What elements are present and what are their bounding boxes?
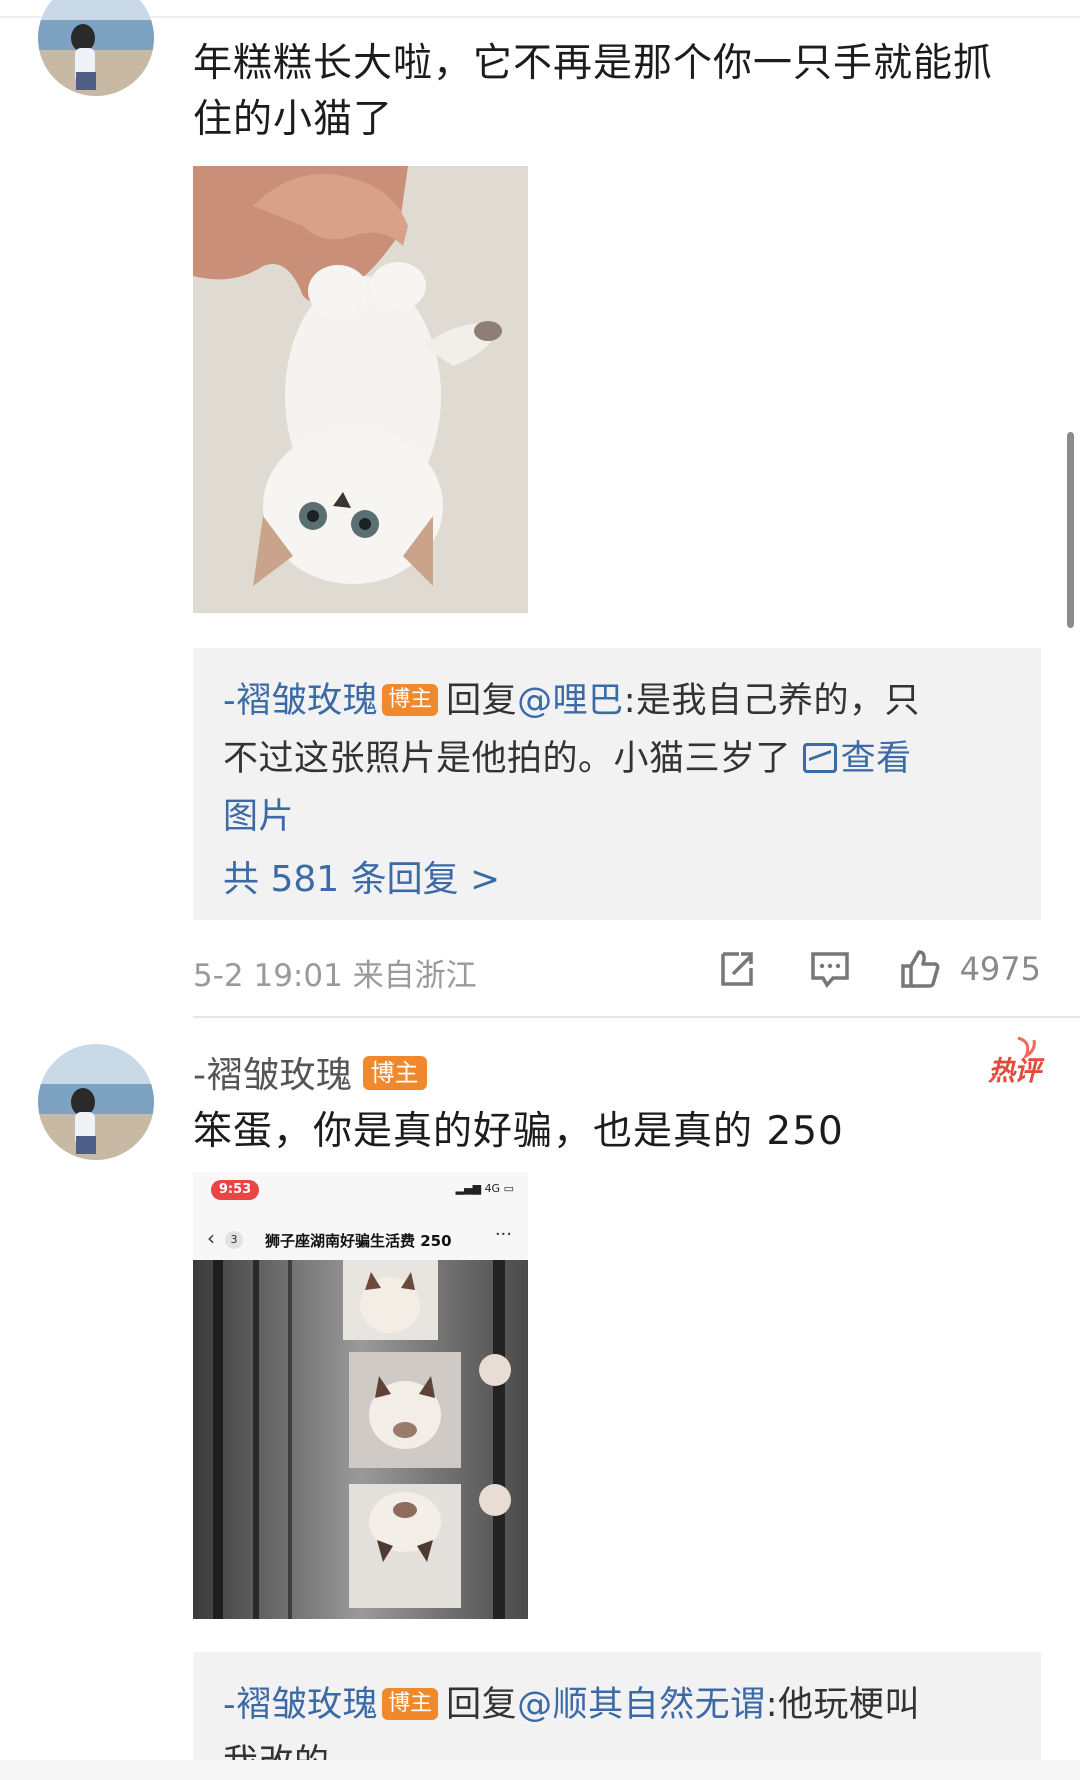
hot-comment-badge: 热评 bbox=[960, 1036, 1041, 1092]
picture-icon bbox=[802, 743, 837, 773]
timestamp: 5-2 19:01 bbox=[193, 958, 343, 994]
reply-line: -褶皱玫瑰 博主 回复@顺其自然无谓:他玩梗叫 bbox=[223, 1676, 1011, 1734]
scrollbar[interactable] bbox=[1067, 432, 1074, 628]
comment-author-name[interactable]: -褶皱玫瑰 bbox=[193, 1055, 353, 1096]
hot-comment-label: 热评 bbox=[988, 1056, 1041, 1087]
location: 来自浙江 bbox=[352, 958, 477, 994]
back-arrow-icon: ‹ bbox=[207, 1226, 215, 1250]
author-badge: 博主 bbox=[362, 1056, 427, 1090]
comment-photo-screenshot[interactable]: 9:53 ▂▄▆ 4G ▭ ‹ 3 狮子座湖南好骗生活费 250 ··· bbox=[193, 1172, 528, 1619]
like-count: 4975 bbox=[959, 950, 1041, 988]
reply-line: -褶皱玫瑰 博主 回复@哩巴:是我自己养的，只 bbox=[223, 672, 1011, 730]
bottom-bar bbox=[0, 1760, 1080, 1780]
total-replies-link[interactable]: 共 581 条回复 > bbox=[223, 850, 1011, 910]
screenshot-signal: ▂▄▆ 4G ▭ bbox=[456, 1182, 514, 1195]
reply-word: 回复 bbox=[446, 1685, 518, 1725]
screenshot-chat-body bbox=[193, 1260, 528, 1619]
view-picture-link[interactable]: 图片 bbox=[223, 788, 1011, 846]
signal-bars-icon: ▂▄▆ bbox=[455, 1182, 482, 1195]
view-picture-label: 查看 bbox=[840, 739, 912, 779]
more-options-icon: ··· bbox=[494, 1224, 512, 1245]
mention-link[interactable]: @顺其自然无谓 bbox=[517, 1685, 766, 1725]
screenshot-status-bar: 9:53 ▂▄▆ 4G ▭ bbox=[193, 1172, 528, 1220]
comment-text-line: 年糕糕长大啦，它不再是那个你一只手就能抓 bbox=[193, 41, 994, 86]
top-divider bbox=[0, 16, 1080, 18]
reply-author-link[interactable]: -褶皱玫瑰 bbox=[223, 681, 378, 721]
avatar[interactable] bbox=[38, 0, 154, 96]
screenshot-time: 9:53 bbox=[211, 1180, 259, 1200]
share-icon[interactable] bbox=[715, 948, 757, 990]
avatar[interactable] bbox=[38, 1044, 154, 1160]
comment-author-row: -褶皱玫瑰 博主 bbox=[193, 1046, 427, 1096]
reply-content: :是我自己养的，只 bbox=[623, 681, 920, 721]
reply-line: 不过这张照片是他拍的。小猫三岁了 查看 bbox=[223, 730, 1011, 788]
comment-time: 5-2 19:01 来自浙江 bbox=[193, 950, 477, 995]
battery-icon: ▭ bbox=[503, 1182, 514, 1195]
comment-text-line: 住的小猫了 bbox=[193, 97, 394, 142]
weibo-comment-feed: 年糕糕长大啦，它不再是那个你一只手就能抓 住的小猫了 -褶皱玫瑰 博主 回复@哩… bbox=[0, 0, 1080, 1780]
mention-link[interactable]: @哩巴 bbox=[517, 681, 624, 721]
screenshot-chat-title: 狮子座湖南好骗生活费 250 bbox=[265, 1232, 452, 1250]
reply-content: 不过这张照片是他拍的。小猫三岁了 bbox=[223, 739, 803, 779]
comment-text: 年糕糕长大啦，它不再是那个你一只手就能抓 住的小猫了 bbox=[193, 36, 1053, 148]
screenshot-nav-bar: ‹ 3 狮子座湖南好骗生活费 250 ··· bbox=[193, 1220, 528, 1260]
reply-content: :他玩梗叫 bbox=[765, 1685, 920, 1725]
comment-text: 笨蛋，你是真的好骗，也是真的 250 bbox=[193, 1109, 844, 1154]
comment-divider bbox=[193, 1016, 1080, 1018]
screenshot-unread-count: 3 bbox=[225, 1231, 243, 1249]
reply-preview-box[interactable]: -褶皱玫瑰 博主 回复@哩巴:是我自己养的，只 不过这张照片是他拍的。小猫三岁了 查… bbox=[193, 648, 1041, 920]
comment-photo-cat[interactable] bbox=[193, 166, 528, 613]
comment-meta-row: 5-2 19:01 来自浙江 4975 bbox=[193, 944, 1041, 994]
author-badge: 博主 bbox=[382, 1688, 439, 1720]
comment-icon[interactable] bbox=[809, 948, 851, 990]
author-badge: 博主 bbox=[382, 684, 439, 716]
reply-author-link[interactable]: -褶皱玫瑰 bbox=[223, 1685, 378, 1725]
reply-word: 回复 bbox=[446, 681, 518, 721]
thumbs-up-icon[interactable] bbox=[899, 948, 943, 990]
signal-type: 4G bbox=[484, 1182, 501, 1195]
view-picture-link[interactable]: 查看 bbox=[802, 739, 912, 779]
